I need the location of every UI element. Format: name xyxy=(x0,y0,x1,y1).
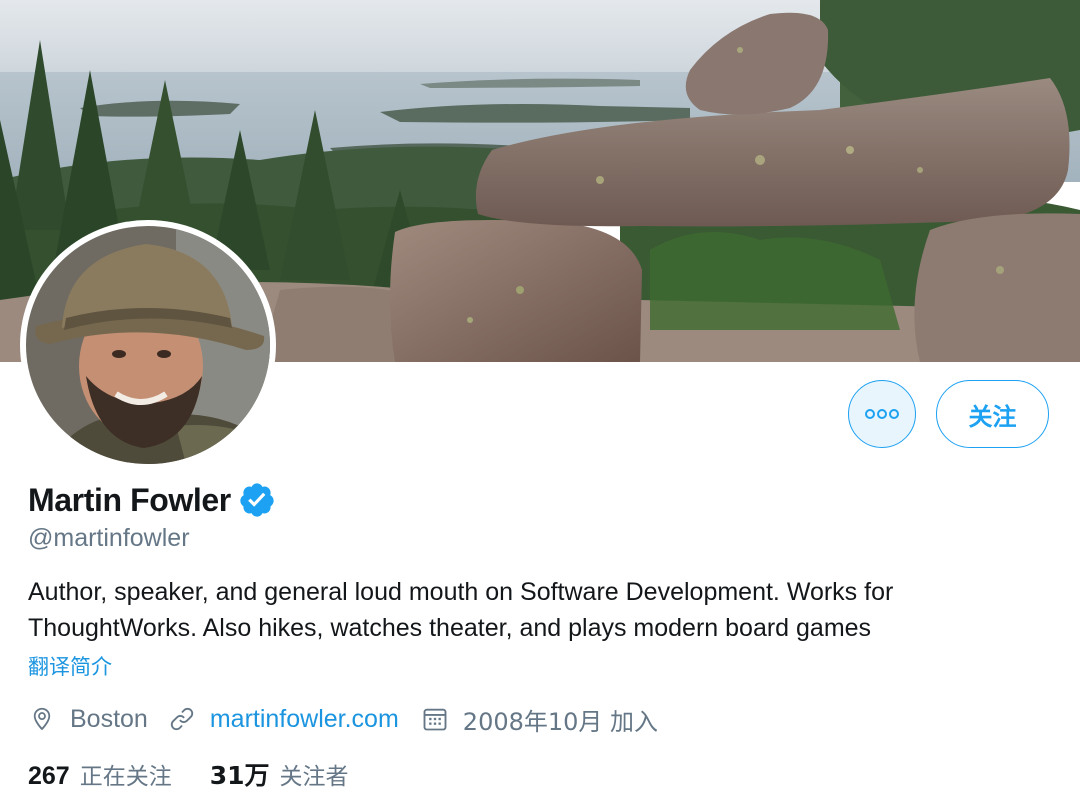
verified-badge-icon xyxy=(240,483,274,517)
following-stat[interactable]: 267 正在关注 xyxy=(28,757,172,791)
calendar-icon xyxy=(423,708,447,731)
location-text: Boston xyxy=(70,704,148,733)
translate-bio-link[interactable]: 翻译简介 xyxy=(28,651,112,681)
follow-button[interactable]: 关注 xyxy=(936,380,1049,448)
join-date-text: 2008年10月 加入 xyxy=(462,707,659,736)
bio: Author, speaker, and general loud mouth … xyxy=(28,578,894,642)
display-name: Martin Fowler xyxy=(28,481,231,518)
link-icon xyxy=(170,707,193,731)
following-count: 267 xyxy=(28,762,70,790)
handle: @martinfowler xyxy=(28,524,190,552)
website-link[interactable]: martinfowler.com xyxy=(210,705,399,734)
display-name-row: Martin Fowler xyxy=(28,480,276,520)
profile-meta: Boston martinfowler.com 2008年10月 加入 xyxy=(28,700,658,738)
followers-label: 关注者 xyxy=(279,764,349,790)
map-pin-icon xyxy=(33,707,51,730)
followers-stat[interactable]: 31万 关注者 xyxy=(210,756,349,792)
location: Boston xyxy=(28,705,148,734)
avatar-image xyxy=(26,226,270,464)
following-label: 正在关注 xyxy=(79,764,172,790)
profile-header: 关注 Martin Fowler @martinfowler Author, s… xyxy=(0,0,1080,805)
followers-count: 31万 xyxy=(209,761,270,790)
website: martinfowler.com xyxy=(168,705,399,734)
more-horizontal-icon xyxy=(865,409,899,419)
join-date: 2008年10月 加入 xyxy=(421,702,658,737)
follow-stats: 267 正在关注 31万 关注者 xyxy=(28,756,349,792)
more-options-button[interactable] xyxy=(848,380,916,448)
avatar[interactable] xyxy=(20,220,276,470)
